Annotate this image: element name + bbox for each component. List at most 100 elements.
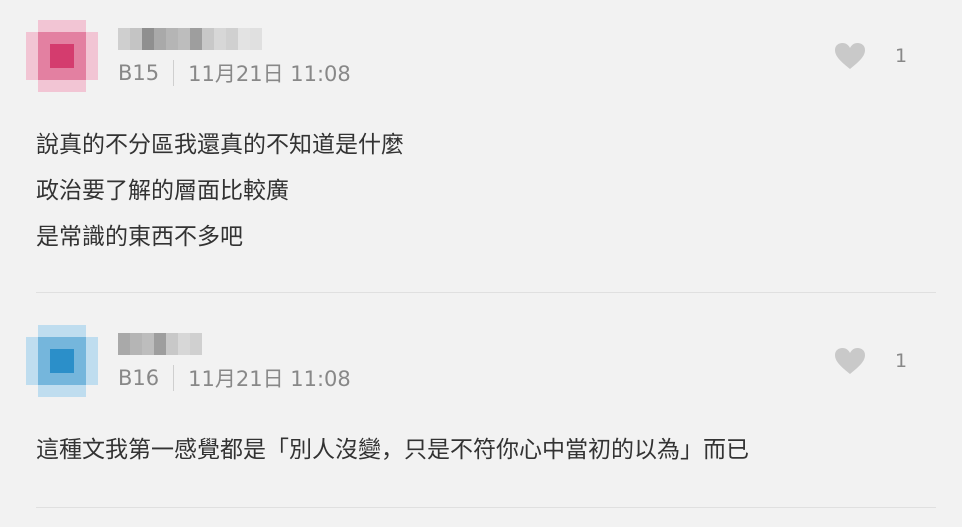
heart-icon[interactable] — [834, 42, 866, 70]
avatar-pixel — [38, 44, 50, 56]
author-name-redacted — [118, 28, 262, 50]
avatar-pixel — [50, 56, 62, 68]
avatar-pixel — [62, 361, 74, 373]
heart-icon[interactable] — [834, 347, 866, 375]
name-redaction-block — [130, 28, 142, 50]
avatar-pixel — [50, 44, 62, 56]
author-name-redacted — [118, 333, 202, 355]
avatar-pixel — [38, 56, 50, 68]
avatar[interactable] — [26, 20, 98, 92]
avatar-pixel — [74, 68, 86, 80]
avatar-pixel — [38, 32, 50, 44]
name-redaction-block — [238, 28, 250, 50]
comment-meta: B15 11月21日 11:08 — [118, 58, 351, 88]
comment-line: 說真的不分區我還真的不知道是什麼 — [36, 132, 404, 158]
avatar-pixel — [26, 80, 38, 92]
comment-line: 這種文我第一感覺都是「別人沒變，只是不符你心中當初的以為」而已 — [36, 437, 749, 463]
avatar-pixel — [86, 325, 98, 337]
avatar-pixel — [86, 337, 98, 349]
name-redaction-block — [154, 333, 166, 355]
avatar-pixel — [74, 349, 86, 361]
avatar-pixel — [50, 337, 62, 349]
avatar-pixel — [74, 361, 86, 373]
avatar-pixel — [50, 349, 62, 361]
avatar-pixel — [62, 68, 74, 80]
avatar-pixel — [62, 44, 74, 56]
like-area: 1 — [834, 347, 936, 375]
avatar-pixel — [26, 32, 38, 44]
like-area: 1 — [834, 42, 936, 70]
floor-number: B15 — [118, 61, 160, 85]
avatar-pixel — [26, 385, 38, 397]
avatar-pixel — [26, 349, 38, 361]
avatar-pixel — [26, 56, 38, 68]
name-redaction-block — [130, 333, 142, 355]
avatar-pixel — [50, 373, 62, 385]
avatar-pixel — [50, 385, 62, 397]
avatar-pixel — [62, 56, 74, 68]
avatar-pixel — [62, 20, 74, 32]
comment-line: 政治要了解的層面比較廣 — [36, 178, 289, 204]
avatar-pixel — [38, 385, 50, 397]
avatar-pixel — [86, 349, 98, 361]
avatar-pixel — [86, 44, 98, 56]
avatar-pixel — [86, 56, 98, 68]
name-redaction-block — [166, 333, 178, 355]
avatar-pixel — [74, 385, 86, 397]
comment-datetime: 11月21日 11:08 — [188, 367, 351, 391]
avatar-pixel — [62, 385, 74, 397]
avatar-pixel — [26, 44, 38, 56]
name-redaction-block — [154, 28, 166, 50]
comment-header: B16 11月21日 11:08 1 — [26, 325, 936, 397]
name-redaction-block — [250, 28, 262, 50]
name-redaction-block — [142, 333, 154, 355]
avatar-pixel — [38, 361, 50, 373]
avatar-pixel — [26, 20, 38, 32]
floor-number: B16 — [118, 366, 160, 390]
avatar-pixel — [50, 325, 62, 337]
avatar-pixel — [74, 325, 86, 337]
name-redaction-block — [178, 333, 190, 355]
comment-meta: B16 11月21日 11:08 — [118, 363, 351, 393]
name-redaction-block — [178, 28, 190, 50]
name-redaction-block — [118, 333, 130, 355]
avatar-pixel — [62, 373, 74, 385]
comment-line: 是常識的東西不多吧 — [36, 224, 243, 250]
avatar-pixel — [74, 337, 86, 349]
name-redaction-block — [190, 28, 202, 50]
avatar-pixel — [74, 56, 86, 68]
avatar-pixel — [38, 68, 50, 80]
name-redaction-block — [214, 28, 226, 50]
avatar-pixel — [26, 325, 38, 337]
name-redaction-block — [142, 28, 154, 50]
avatar-pixel — [38, 325, 50, 337]
avatar-pixel — [74, 44, 86, 56]
comment-divider — [36, 507, 936, 508]
avatar-pixel — [86, 373, 98, 385]
avatar-pixel — [62, 80, 74, 92]
avatar-pixel — [74, 373, 86, 385]
avatar-pixel — [38, 349, 50, 361]
meta-separator — [173, 365, 175, 391]
avatar-pixel — [38, 373, 50, 385]
avatar-pixel — [86, 361, 98, 373]
avatar-pixel — [86, 68, 98, 80]
avatar-pixel — [62, 337, 74, 349]
avatar-pixel — [38, 337, 50, 349]
name-redaction-block — [190, 333, 202, 355]
avatar-pixel — [26, 337, 38, 349]
avatar[interactable] — [26, 325, 98, 397]
comment-datetime: 11月21日 11:08 — [188, 62, 351, 86]
avatar-pixel — [26, 68, 38, 80]
name-redaction-block — [118, 28, 130, 50]
meta-separator — [173, 60, 175, 86]
avatar-pixel — [86, 80, 98, 92]
name-redaction-block — [166, 28, 178, 50]
avatar-pixel — [74, 80, 86, 92]
avatar-pixel — [74, 20, 86, 32]
comment-body: 這種文我第一感覺都是「別人沒變，只是不符你心中當初的以為」而已 — [36, 427, 936, 473]
avatar-pixel — [74, 32, 86, 44]
comment-item: B16 11月21日 11:08 1 這種文我第一感覺都是「別人沒變，只是不符你… — [26, 325, 936, 473]
like-count: 1 — [894, 350, 908, 372]
avatar-pixel — [50, 361, 62, 373]
